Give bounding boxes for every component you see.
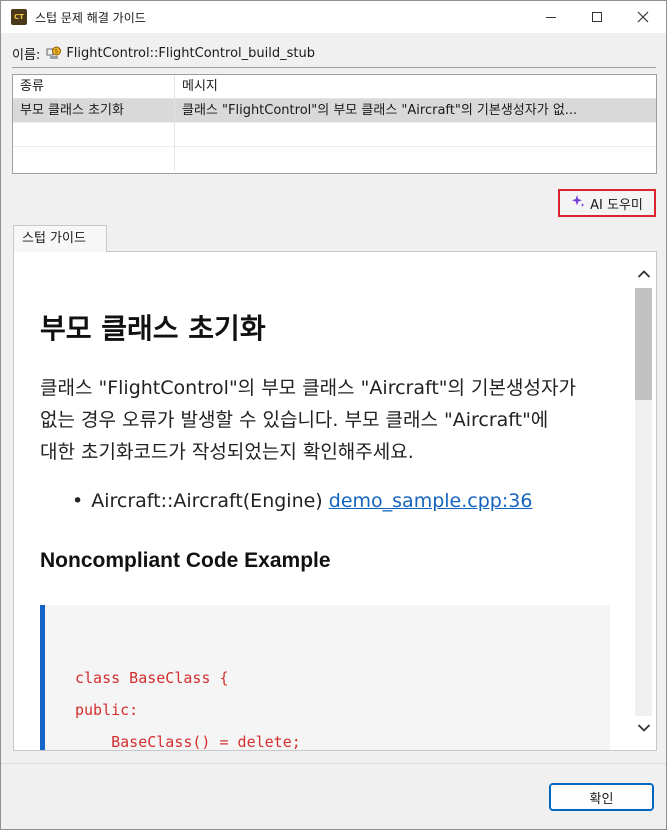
guide-description: 클래스 "FlightControl"의 부모 클래스 "Aircraft"의 …	[40, 372, 610, 468]
cell-message: 클래스 "FlightControl"의 부모 클래스 "Aircraft"의 …	[182, 103, 578, 118]
description-line: 클래스 "FlightControl"의 부모 클래스 "Aircraft"의 …	[40, 377, 576, 399]
section-title: Noncompliant Code Example	[40, 549, 331, 572]
bullet-dot-icon: •	[72, 490, 84, 512]
bullet-text: Aircraft::Aircraft(Engine)	[91, 490, 323, 512]
svg-text:S: S	[55, 49, 58, 55]
table-header: 종류 메시지	[13, 75, 656, 99]
guide-title: 부모 클래스 초기화	[40, 312, 266, 345]
name-row: 이름: S FlightControl::FlightControl_build…	[12, 43, 315, 63]
name-label: 이름:	[12, 47, 41, 63]
constructor-bullet: • Aircraft::Aircraft(Engine) demo_sample.…	[72, 490, 532, 512]
issue-table: 종류 메시지 부모 클래스 초기화 클래스 "FlightControl"의 부…	[12, 74, 657, 174]
app-icon: CT	[11, 9, 27, 25]
column-header-kind[interactable]: 종류	[13, 75, 175, 99]
cell-empty	[13, 147, 175, 171]
close-icon	[637, 11, 649, 23]
tab-strip	[107, 225, 657, 252]
table-row-empty	[13, 147, 656, 171]
table-row-empty	[13, 123, 656, 147]
cell-empty	[175, 123, 656, 147]
sparkle-icon	[571, 194, 585, 212]
name-separator	[12, 67, 656, 68]
title-bar: CT 스텁 문제 해결 가이드	[1, 1, 666, 33]
chevron-down-icon	[637, 724, 651, 732]
chevron-up-icon	[637, 270, 651, 278]
ai-assistant-label: AI 도우미	[590, 197, 643, 213]
scroll-down-button[interactable]	[632, 718, 656, 738]
dialog-window: CT 스텁 문제 해결 가이드 이름: S FlightControl::Fli…	[0, 0, 667, 830]
window-title: 스텁 문제 해결 가이드	[35, 11, 146, 25]
code-example-block: class BaseClass { public: BaseClass() = …	[40, 605, 610, 751]
cell-empty	[13, 123, 175, 147]
ai-assistant-button[interactable]: AI 도우미	[558, 189, 656, 217]
cell-kind: 부모 클래스 초기화	[13, 99, 175, 123]
footer-separator	[1, 763, 666, 764]
description-line: 없는 경우 오류가 발생할 수 있습니다. 부모 클래스 "Aircraft"에	[40, 409, 549, 431]
guide-panel: 부모 클래스 초기화 클래스 "FlightControl"의 부모 클래스 "…	[13, 252, 657, 751]
maximize-icon	[592, 12, 602, 22]
source-location-link[interactable]: demo_sample.cpp:36	[329, 490, 533, 512]
minimize-button[interactable]	[528, 1, 574, 33]
scroll-up-button[interactable]	[632, 264, 656, 284]
code-line: class BaseClass {	[75, 669, 229, 687]
table-row[interactable]: 부모 클래스 초기화 클래스 "FlightControl"의 부모 클래스 "…	[13, 99, 656, 123]
cell-empty	[175, 147, 656, 171]
minimize-icon	[546, 16, 556, 18]
code-line: BaseClass() = delete;	[75, 733, 301, 751]
close-button[interactable]	[620, 1, 666, 33]
scroll-thumb[interactable]	[635, 288, 652, 400]
ok-button[interactable]: 확인	[549, 783, 654, 811]
description-line: 대한 초기화코드가 작성되었는지 확인해주세요.	[40, 441, 414, 463]
tab-stub-guide[interactable]: 스텁 가이드	[13, 225, 107, 252]
column-header-message[interactable]: 메시지	[175, 75, 656, 99]
maximize-button[interactable]	[574, 1, 620, 33]
code-line: public:	[75, 701, 139, 719]
stub-name-value: FlightControl::FlightControl_build_stub	[66, 45, 315, 61]
stub-function-icon: S	[46, 45, 62, 61]
vertical-scrollbar[interactable]	[632, 252, 656, 750]
